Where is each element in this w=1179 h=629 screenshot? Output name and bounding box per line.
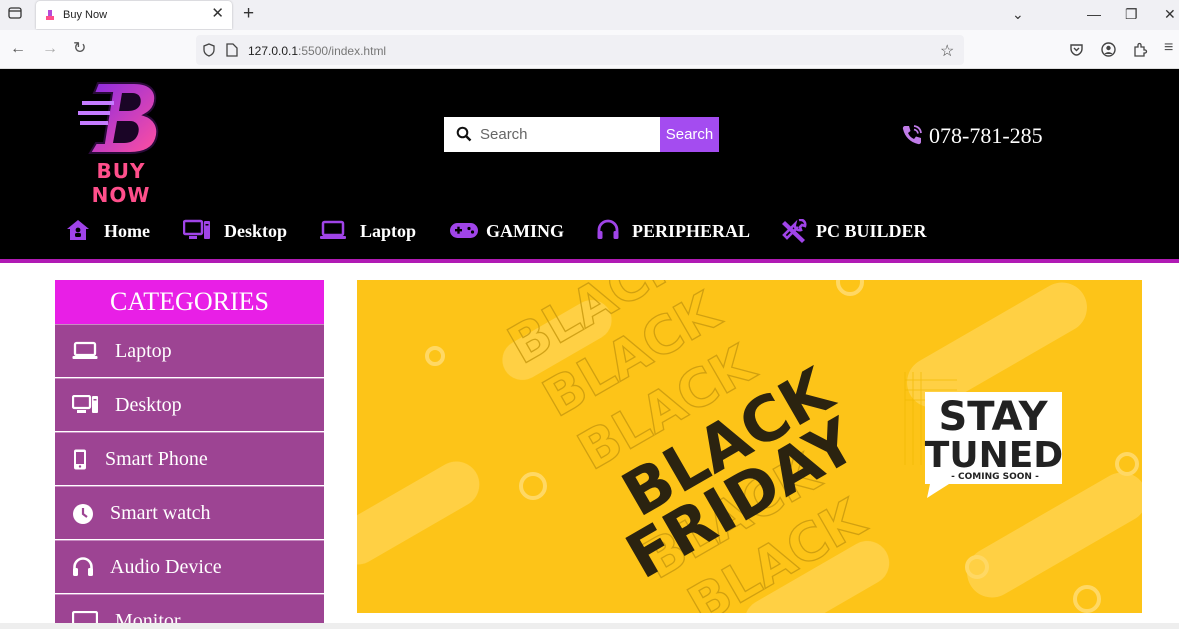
gamepad-icon [450,223,478,238]
menu-item-gaming[interactable]: GAMING [449,212,569,252]
url-host: 127.0.0.1 [248,44,299,58]
new-tab-icon[interactable]: + [243,4,254,24]
black-friday-banner[interactable]: BLACK BLACK BLACK BLACK BLACK BLACK FRID… [357,280,1142,613]
page-bottom-edge [0,623,1179,629]
category-item-smart-phone[interactable]: Smart Phone [55,432,324,485]
app-menu-icon[interactable]: ≡ [1164,40,1173,56]
category-label: Smart Phone [105,448,208,470]
logo-text: BUY NOW [91,159,151,207]
category-item-desktop[interactable]: Desktop [55,378,324,431]
tools-icon [782,219,807,243]
badge-stay: STAY [938,394,1048,440]
forward-icon[interactable]: → [42,41,58,57]
menu-item-laptop[interactable]: Laptop [319,212,419,252]
account-icon[interactable] [1101,42,1116,57]
back-icon[interactable]: ← [10,41,26,57]
extensions-icon[interactable] [1133,42,1148,57]
menu-label: Home [104,221,150,241]
site-header: BUY NOW Search 078-781-285 Home Desktop … [0,69,1179,259]
url-text[interactable]: 127.0.0.1:5500/index.html [248,44,386,58]
category-label: Desktop [115,394,182,416]
headphones-icon [73,557,93,576]
close-window-icon[interactable]: ✕ [1164,6,1176,22]
desktop-icon [72,395,98,413]
address-bar[interactable]: 127.0.0.1:5500/index.html ☆ [196,35,964,65]
badge-coming-soon: - COMING SOON - [951,472,1039,482]
logo-emblem-icon [78,82,159,154]
browser-tab[interactable]: Buy Now ✕ [36,1,232,29]
category-label: Audio Device [110,556,222,578]
phone-number: 078-781-285 [929,123,1043,148]
minimize-icon[interactable]: — [1087,6,1101,22]
search-input[interactable] [480,117,656,152]
favicon-icon [46,10,54,20]
menu-label: GAMING [486,221,564,241]
menu-item-pc-builder[interactable]: PC BUILDER [781,212,931,252]
laptop-icon [72,341,98,359]
main-menu: Home Desktop Laptop GAMING PERIPHERAL PC… [0,212,1179,252]
restore-icon[interactable]: ❐ [1125,6,1138,22]
menu-item-home[interactable]: Home [66,212,156,252]
list-all-tabs-icon[interactable]: ⌄ [1012,6,1024,22]
search-button[interactable]: Search [660,117,719,152]
menu-item-peripheral[interactable]: PERIPHERAL [596,212,752,252]
page-icon[interactable] [226,43,238,57]
menu-label: Desktop [224,221,288,241]
browser-tab-bar: Buy Now ✕ + ⌄ — ❐ ✕ [0,0,1179,30]
menu-label: PERIPHERAL [632,221,751,241]
category-label: Laptop [115,340,172,362]
url-path: :5500/index.html [298,44,387,58]
stay-tuned-badge: STAY TUNED - COMING SOON - [925,392,1063,498]
home-icon [67,220,89,240]
headphones-icon [597,219,619,239]
search-icon [456,126,472,142]
pocket-icon[interactable] [1069,42,1084,57]
category-item-smart-watch[interactable]: Smart watch [55,486,324,539]
badge-tuned: TUNED [925,435,1063,476]
menu-label: Laptop [360,221,417,241]
category-item-audio-device[interactable]: Audio Device [55,540,324,593]
phone-icon [74,449,86,470]
category-label: Smart watch [110,502,211,524]
phone-call-icon [902,125,922,145]
tab-title: Buy Now [63,9,108,21]
desktop-icon [183,219,210,239]
menu-label: PC BUILDER [816,221,927,241]
search-box [444,117,660,152]
categories-sidebar: CATEGORIES Laptop Desktop Smart Phone Sm… [55,280,324,629]
header-divider [0,259,1179,263]
categories-title: CATEGORIES [55,280,324,324]
tab-close-icon[interactable]: ✕ [211,6,224,22]
browser-nav-bar: ← → ↻ 127.0.0.1:5500/index.html ☆ ≡ [0,30,1179,69]
site-logo[interactable]: BUY NOW [68,77,174,207]
reload-icon[interactable]: ↻ [73,41,86,57]
banner-artwork: BLACK BLACK BLACK BLACK BLACK BLACK FRID… [357,280,1142,613]
category-item-laptop[interactable]: Laptop [55,324,324,377]
search-bar: Search [444,117,719,152]
bookmark-star-icon[interactable]: ☆ [940,41,954,61]
shield-icon[interactable] [202,43,216,57]
clock-icon [73,504,93,524]
menu-item-desktop[interactable]: Desktop [183,212,293,252]
tab-list-icon[interactable] [6,6,24,24]
laptop-icon [320,220,346,239]
